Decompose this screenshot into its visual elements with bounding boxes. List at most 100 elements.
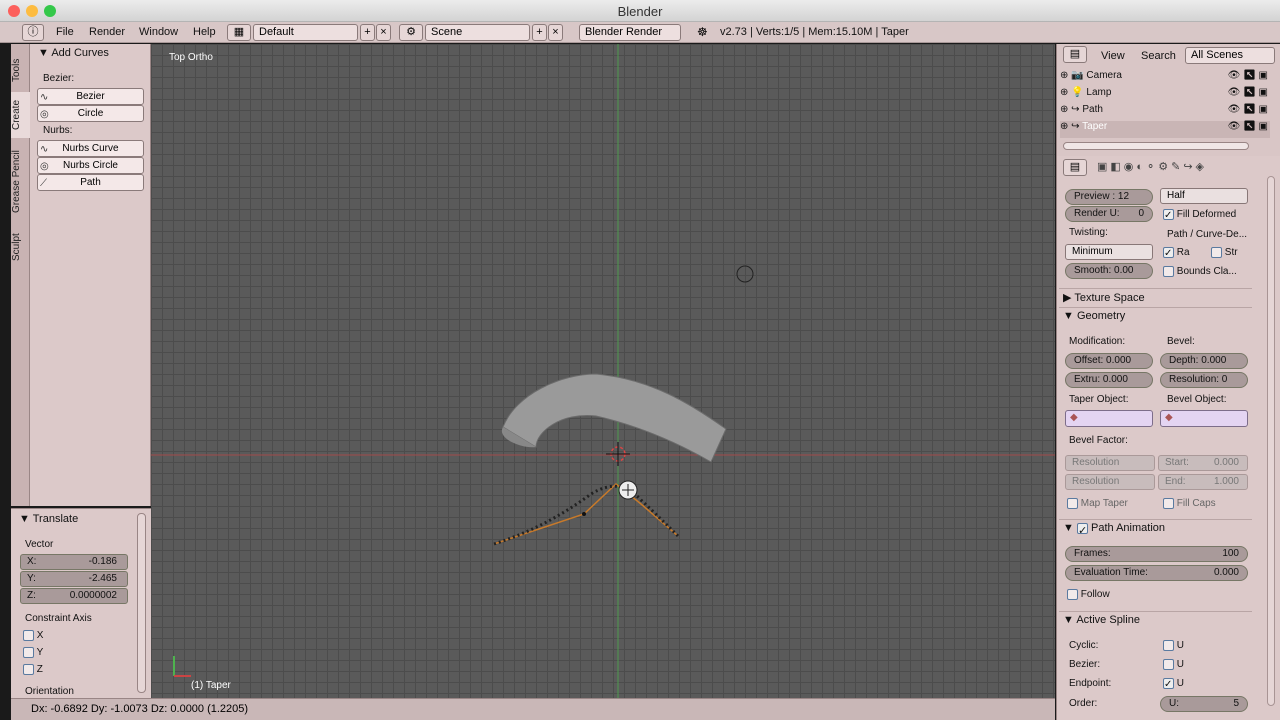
add-curves-title: Add Curves [51,47,109,59]
stretch-row[interactable]: Str [1211,247,1238,258]
tab-create[interactable]: Create [11,92,30,138]
render-resolution-field[interactable]: Render U: 0 [1065,206,1153,222]
outliner-item-path[interactable]: ⊕ ↪ Path 👁 ↖ ▣ [1060,104,1270,121]
outliner-view-menu[interactable]: View [1101,50,1125,62]
checkbox[interactable] [1211,247,1222,258]
menu-file[interactable]: File [56,26,74,38]
panel-scrollbar[interactable] [137,513,146,693]
smooth-field[interactable]: Smooth: 0.00 [1065,263,1153,279]
bounds-clamp-row[interactable]: Bounds Cla... [1163,266,1237,277]
twisting-select[interactable]: Minimum [1065,244,1153,260]
remove-layout-icon[interactable]: × [376,24,391,41]
outliner-editor-icon[interactable]: ▤ [1063,46,1087,63]
add-bezier-button[interactable]: ∿ Bezier [37,88,144,105]
properties-context-tabs[interactable]: ▣◧◉◐⚬⚙✎↪◈ [1097,160,1207,173]
checkmark-icon[interactable]: ✓ [1163,209,1174,221]
menu-render[interactable]: Render [89,26,125,38]
follow-row[interactable]: Follow [1067,589,1110,600]
fill-deformed-row[interactable]: ✓ Fill Deformed [1163,209,1236,221]
checkbox[interactable] [1163,498,1174,509]
taper-object-field[interactable]: ◆ [1065,410,1153,427]
fill-mode-select[interactable]: Half [1160,188,1248,204]
visibility-icons[interactable]: 👁 ↖ ▣ [1228,121,1268,132]
z-value: 0.0000002 [69,590,117,601]
add-scene-icon[interactable]: + [532,24,547,41]
bevel-depth-field[interactable]: Depth: 0.000 [1160,353,1248,369]
constraint-x[interactable]: X [23,630,43,641]
checkbox-x[interactable] [23,630,34,641]
info-editor-icon[interactable]: ⓘ [22,24,44,41]
checkbox[interactable] [1163,640,1174,651]
remove-scene-icon[interactable]: × [548,24,563,41]
visibility-icons[interactable]: 👁 ↖ ▣ [1228,104,1268,115]
3d-viewport[interactable]: Top Ortho (1) Taper [151,44,1055,698]
texture-space-header[interactable]: ▶ Texture Space [1063,291,1145,304]
vector-y-field[interactable]: Y: -2.465 [20,571,128,587]
properties-scrollbar[interactable] [1267,176,1275,706]
add-nurbs-curve-button[interactable]: ∿ Nurbs Curve [37,140,144,157]
radius-row[interactable]: ✓ Ra [1163,247,1190,259]
cyclic-u-row[interactable]: U [1163,640,1184,651]
bevel-factor-mapping-start[interactable]: Resolution [1065,455,1155,471]
bevel-factor-mapping-end[interactable]: Resolution [1065,474,1155,490]
preview-resolution-field[interactable]: Preview : 12 [1065,189,1153,205]
tab-tools[interactable]: Tools [11,50,30,90]
fill-caps-row[interactable]: Fill Caps [1163,498,1216,509]
visibility-icons[interactable]: 👁 ↖ ▣ [1228,70,1268,81]
checkbox[interactable] [1163,266,1174,277]
outliner-scrollbar[interactable] [1063,142,1249,150]
checkbox[interactable] [1067,498,1078,509]
translate-panel-header[interactable]: ▼ Translate [19,513,78,525]
vector-x-field[interactable]: X: -0.186 [20,554,128,570]
menu-help[interactable]: Help [193,26,216,38]
endpoint-u-row[interactable]: ✓ U [1163,678,1184,690]
render-engine-select[interactable]: Blender Render [579,24,681,41]
add-path-button[interactable]: ⟋ Path [37,174,144,191]
bevel-object-field[interactable]: ◆ [1160,410,1248,427]
constraint-z[interactable]: Z [23,664,43,675]
checkmark-icon[interactable]: ✓ [1163,678,1174,690]
properties-editor-icon[interactable]: ▤ [1063,159,1087,176]
menu-window[interactable]: Window [139,26,178,38]
tab-sculpt[interactable]: Sculpt [11,226,30,268]
start-label: Start: [1165,457,1189,468]
map-taper-row[interactable]: Map Taper [1067,498,1128,509]
bevel-end-field[interactable]: End: 1.000 [1158,474,1248,490]
tab-grease-pencil[interactable]: Grease Pencil [11,142,30,222]
window-title: Blender [617,4,663,19]
checkbox[interactable] [1067,589,1078,600]
add-circle-button[interactable]: ◎ Circle [37,105,144,122]
add-layout-icon[interactable]: + [360,24,375,41]
checkbox[interactable] [1163,659,1174,670]
screen-layout-icon[interactable]: ▦ [227,24,251,41]
geometry-header[interactable]: ▼ Geometry [1063,310,1125,322]
evaluation-time-field[interactable]: Evaluation Time: 0.000 [1065,565,1248,581]
bevel-resolution-field[interactable]: Resolution: 0 [1160,372,1248,388]
outliner-item-lamp[interactable]: ⊕ 💡 Lamp 👁 ↖ ▣ [1060,87,1270,104]
offset-field[interactable]: Offset: 0.000 [1065,353,1153,369]
visibility-icons[interactable]: 👁 ↖ ▣ [1228,87,1268,98]
outliner-filter-select[interactable]: All Scenes [1185,47,1275,64]
checkmark-icon[interactable]: ✓ [1163,247,1174,259]
outliner-item-camera[interactable]: ⊕ 📷 Camera 👁 ↖ ▣ [1060,70,1270,87]
expand-arrow-icon: ▶ [1063,292,1072,304]
add-nurbs-circle-button[interactable]: ◎ Nurbs Circle [37,157,144,174]
scene-field[interactable]: Scene [425,24,530,41]
extrude-field[interactable]: Extru: 0.000 [1065,372,1153,388]
checkbox-z[interactable] [23,664,34,675]
frames-field[interactable]: Frames: 100 [1065,546,1248,562]
bevel-start-field[interactable]: Start: 0.000 [1158,455,1248,471]
vector-z-field[interactable]: Z: 0.0000002 [20,588,128,604]
bezier-u-row[interactable]: U [1163,659,1184,670]
order-u-field[interactable]: U: 5 [1160,696,1248,712]
add-curves-panel-header[interactable]: ▼ Add Curves [38,47,109,59]
outliner-item-taper[interactable]: ⊕ ↪ Taper 👁 ↖ ▣ [1060,121,1270,138]
path-animation-header[interactable]: ▼ ✓ Path Animation [1063,522,1165,537]
checkmark-icon[interactable]: ✓ [1076,522,1088,537]
outliner-search-menu[interactable]: Search [1141,50,1176,62]
active-spline-header[interactable]: ▼ Active Spline [1063,614,1140,626]
scene-icon[interactable]: ⚙ [399,24,423,41]
constraint-y[interactable]: Y [23,647,43,658]
screen-layout-field[interactable]: Default [253,24,358,41]
checkbox-y[interactable] [23,647,34,658]
